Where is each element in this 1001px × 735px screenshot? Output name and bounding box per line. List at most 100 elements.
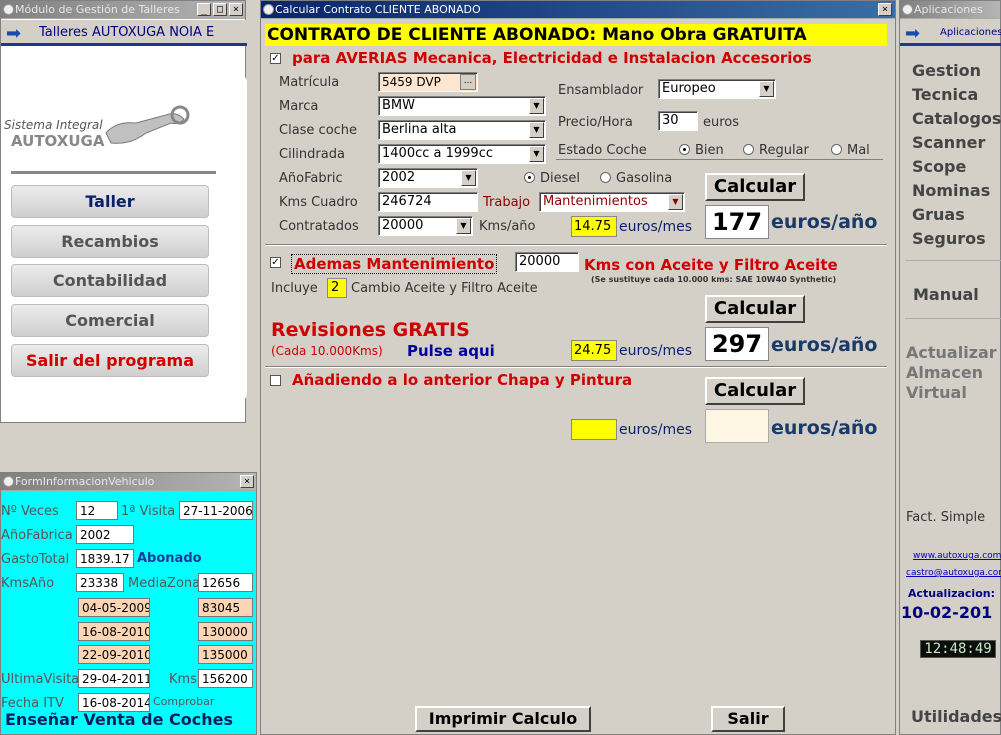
nav-comercial-button[interactable]: Comercial xyxy=(11,304,209,337)
exit-button[interactable]: Salir xyxy=(711,706,785,732)
chapa-monthly-label: euros/mes xyxy=(619,422,693,438)
estado-regular-radio[interactable]: Regular xyxy=(743,143,809,158)
menu-tecnica[interactable]: Tecnica xyxy=(912,85,978,104)
nav-taller-button[interactable]: Taller xyxy=(11,185,209,218)
close-button[interactable]: × xyxy=(878,3,892,16)
chapa-pintura-checkbox[interactable] xyxy=(270,375,281,386)
cilindrada-select[interactable]: 1400cc a 1999cc ▼ xyxy=(378,144,546,164)
actualizar-line3[interactable]: Virtual xyxy=(906,383,967,402)
mantenimiento-checkbox[interactable]: ✓ xyxy=(270,257,281,268)
menu-divider xyxy=(905,318,1001,319)
year-field[interactable]: 2002 xyxy=(76,525,134,544)
zone-average-field[interactable]: 12656 xyxy=(198,573,253,592)
website-link[interactable]: www.autoxuga.com xyxy=(913,551,1001,561)
maximize-button[interactable]: □ xyxy=(213,3,227,16)
right-window-titlebar[interactable]: Aplicaciones xyxy=(900,1,1000,19)
calcular-chapa-button[interactable]: Calcular xyxy=(705,377,805,405)
menu-scope[interactable]: Scope xyxy=(912,157,966,176)
history-km-1[interactable]: 83045 xyxy=(198,598,253,617)
estado-bien-radio[interactable]: Bien xyxy=(679,143,724,158)
exit-program-button[interactable]: Salir del programa xyxy=(11,344,209,377)
minimize-button[interactable]: _ xyxy=(197,3,211,16)
nav-contabilidad-button[interactable]: Contabilidad xyxy=(11,264,209,297)
menu-scanner[interactable]: Scanner xyxy=(912,133,985,152)
history-km-3[interactable]: 135000 xyxy=(198,645,253,664)
actualizar-line2[interactable]: Almacen xyxy=(906,363,983,382)
veces-label: Nº Veces xyxy=(1,504,59,519)
history-date-3[interactable]: 22-09-2010 xyxy=(78,645,150,664)
chapa-annual-value xyxy=(705,409,769,443)
print-calc-button[interactable]: Imprimir Calculo xyxy=(415,706,591,732)
veces-field[interactable]: 12 xyxy=(76,501,118,520)
averias-checkbox[interactable]: ✓ xyxy=(270,53,281,64)
info-window-titlebar[interactable]: FormInformacionVehiculo × xyxy=(1,473,256,491)
contratados-select[interactable]: 20000 ▼ xyxy=(378,216,473,236)
email-link[interactable]: castro@autoxuga.com xyxy=(906,568,1001,578)
close-button[interactable]: × xyxy=(229,3,243,16)
menu-seguros[interactable]: Seguros xyxy=(912,229,986,248)
app-icon xyxy=(902,4,913,15)
estado-mal-radio[interactable]: Mal xyxy=(831,143,870,158)
close-button[interactable]: × xyxy=(240,475,254,488)
menu-gestion[interactable]: Gestion xyxy=(912,61,981,80)
fuel-gasolina-radio[interactable]: Gasolina xyxy=(600,171,672,186)
revisiones-subtitle: (Cada 10.000Kms) xyxy=(271,344,383,358)
chevron-down-icon[interactable]: ▼ xyxy=(668,194,683,210)
history-date-2[interactable]: 16-08-2010 xyxy=(78,622,150,641)
radio-icon xyxy=(600,172,611,183)
menu-gruas[interactable]: Gruas xyxy=(912,205,965,224)
actualizar-line1[interactable]: Actualizar xyxy=(906,343,997,362)
chevron-down-icon[interactable]: ▼ xyxy=(529,122,544,138)
mantenimiento-monthly-label: euros/mes xyxy=(619,343,693,359)
check-itv-link[interactable]: Comprobar xyxy=(153,695,214,708)
last-visit-field[interactable]: 29-04-2011 xyxy=(78,669,150,688)
main-window-titlebar[interactable]: Calcular Contrato CLIENTE ABONADO × xyxy=(261,1,895,19)
chevron-down-icon[interactable]: ▼ xyxy=(461,170,476,186)
trabajo-select[interactable]: Mantenimientos ▼ xyxy=(539,192,685,212)
chapa-pintura-title: Añadiendo a lo anterior Chapa y Pintura xyxy=(292,371,633,389)
left-window-titlebar[interactable]: Módulo de Gestión de Talleres _ □ × xyxy=(1,1,245,19)
anio-label: AñoFabric xyxy=(279,171,343,186)
menu-utilidades[interactable]: Utilidades xyxy=(911,707,1001,726)
matricula-field[interactable]: 5459 DVP... xyxy=(378,72,478,92)
chevron-down-icon[interactable]: ▼ xyxy=(456,218,471,234)
history-date-1[interactable]: 04-05-2009 xyxy=(78,598,150,617)
marca-select[interactable]: BMW ▼ xyxy=(378,96,546,116)
mantenimiento-kms-field[interactable]: 20000 xyxy=(515,252,579,272)
history-km-2[interactable]: 130000 xyxy=(198,622,253,641)
averias-annual-label: euros/año xyxy=(771,211,878,233)
matricula-lookup-button[interactable]: ... xyxy=(460,74,476,90)
show-car-sales-link[interactable]: Enseñar Venta de Coches xyxy=(5,710,233,729)
estado-label: Estado Coche xyxy=(558,143,647,158)
first-visit-field[interactable]: 27-11-2006 xyxy=(179,501,253,520)
calcular-mantenimiento-button[interactable]: Calcular xyxy=(705,295,805,323)
update-date: 10-02-201 xyxy=(901,603,993,622)
incluye-field[interactable]: 2 xyxy=(327,278,347,298)
kms-year-field[interactable]: 23338 xyxy=(76,573,124,592)
calcular-averias-button[interactable]: Calcular xyxy=(705,173,805,201)
wrench-hand-icon xyxy=(96,93,191,148)
kms-cuadro-field[interactable]: 246724 xyxy=(378,192,478,212)
clase-select[interactable]: Berlina alta ▼ xyxy=(378,120,546,140)
chevron-down-icon[interactable]: ▼ xyxy=(529,98,544,114)
chevron-down-icon[interactable]: ▼ xyxy=(759,81,774,97)
kms-field[interactable]: 156200 xyxy=(198,669,253,688)
pulse-aqui-link[interactable]: Pulse aqui xyxy=(407,342,495,360)
fuel-diesel-radio[interactable]: Diesel xyxy=(524,171,580,186)
menu-manual[interactable]: Manual xyxy=(913,285,979,304)
precio-field[interactable]: 30 xyxy=(658,111,698,131)
nav-recambios-button[interactable]: Recambios xyxy=(11,225,209,258)
total-spent-field[interactable]: 1839.17 xyxy=(76,549,134,568)
total-spent-label: GastoTotal xyxy=(1,552,70,567)
year-label: AñoFabrica xyxy=(1,528,73,543)
fact-simple-link[interactable]: Fact. Simple xyxy=(906,510,985,525)
averias-title: para AVERIAS Mecanica, Electricidad e In… xyxy=(292,49,812,67)
abonado-label: Abonado xyxy=(137,551,202,566)
ensamblador-select[interactable]: Europeo ▼ xyxy=(658,79,776,99)
anio-select[interactable]: 2002 ▼ xyxy=(378,168,478,188)
menu-catalogos[interactable]: Catalogos xyxy=(912,109,1001,128)
menu-nominas[interactable]: Nominas xyxy=(912,181,990,200)
chevron-down-icon[interactable]: ▼ xyxy=(529,146,544,162)
window-title: Calcular Contrato CLIENTE ABONADO xyxy=(275,3,481,16)
zone-average-label: MediaZona xyxy=(128,576,201,591)
